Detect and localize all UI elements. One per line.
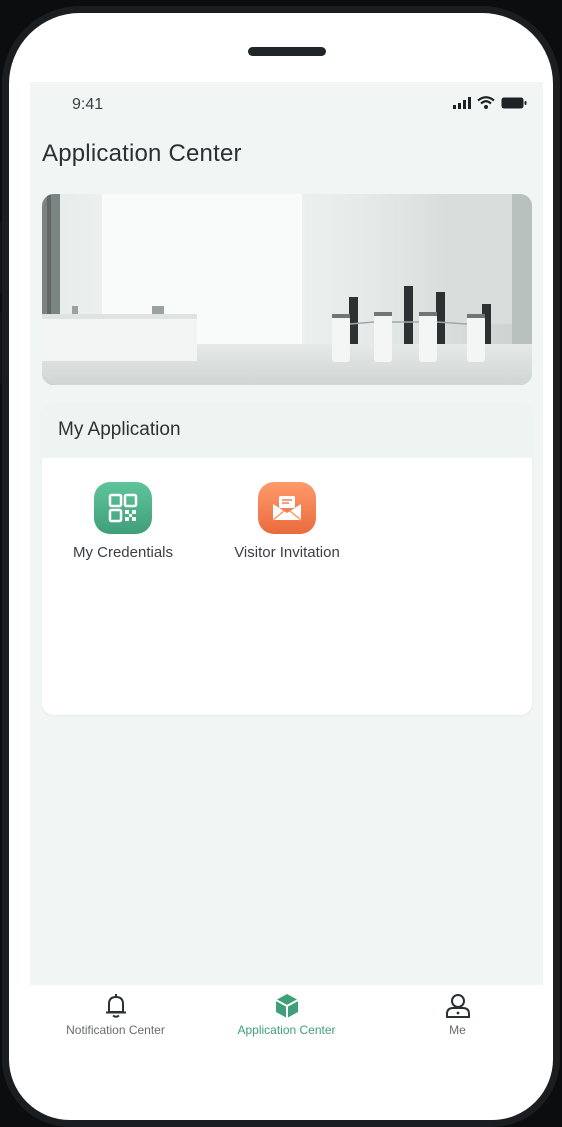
envelope-icon: [258, 482, 316, 534]
my-credentials-app[interactable]: My Credentials: [48, 482, 198, 561]
qr-code-icon: [94, 482, 152, 534]
app-grid: My Credentials Visitor Invitation: [42, 458, 532, 658]
tab-label: Application Center: [237, 1023, 336, 1037]
tab-application-center[interactable]: Application Center: [201, 985, 372, 1043]
tab-me[interactable]: Me: [372, 985, 543, 1043]
page-title: Application Center: [42, 140, 242, 167]
bell-icon: [105, 994, 126, 1018]
battery-icon: [501, 97, 527, 108]
wifi-icon: [477, 96, 495, 109]
app-label: Visitor Invitation: [234, 544, 340, 561]
status-bar: 9:41: [30, 82, 543, 126]
tab-notification-center[interactable]: Notification Center: [30, 985, 201, 1043]
app-label: My Credentials: [72, 544, 174, 561]
bottom-tab-bar: Notification Center Application Center M…: [30, 985, 543, 1043]
my-application-card: My Application My Credentials Visitor In…: [42, 402, 532, 715]
phone-mockup: 9:41 Application Center My Application M…: [0, 0, 562, 1127]
my-application-title: My Application: [42, 402, 532, 458]
lobby-banner-image: [42, 194, 532, 385]
app-screen: 9:41 Application Center My Application M…: [30, 82, 543, 1042]
visitor-invitation-app[interactable]: Visitor Invitation: [212, 482, 362, 561]
status-time: 9:41: [72, 96, 104, 113]
signal-icon: [453, 96, 471, 109]
tab-label: Notification Center: [66, 1023, 165, 1037]
tab-label: Me: [449, 1023, 466, 1037]
speaker-notch: [248, 47, 326, 56]
cube-icon: [275, 994, 298, 1018]
status-icons: [453, 96, 527, 109]
user-icon: [445, 994, 470, 1018]
